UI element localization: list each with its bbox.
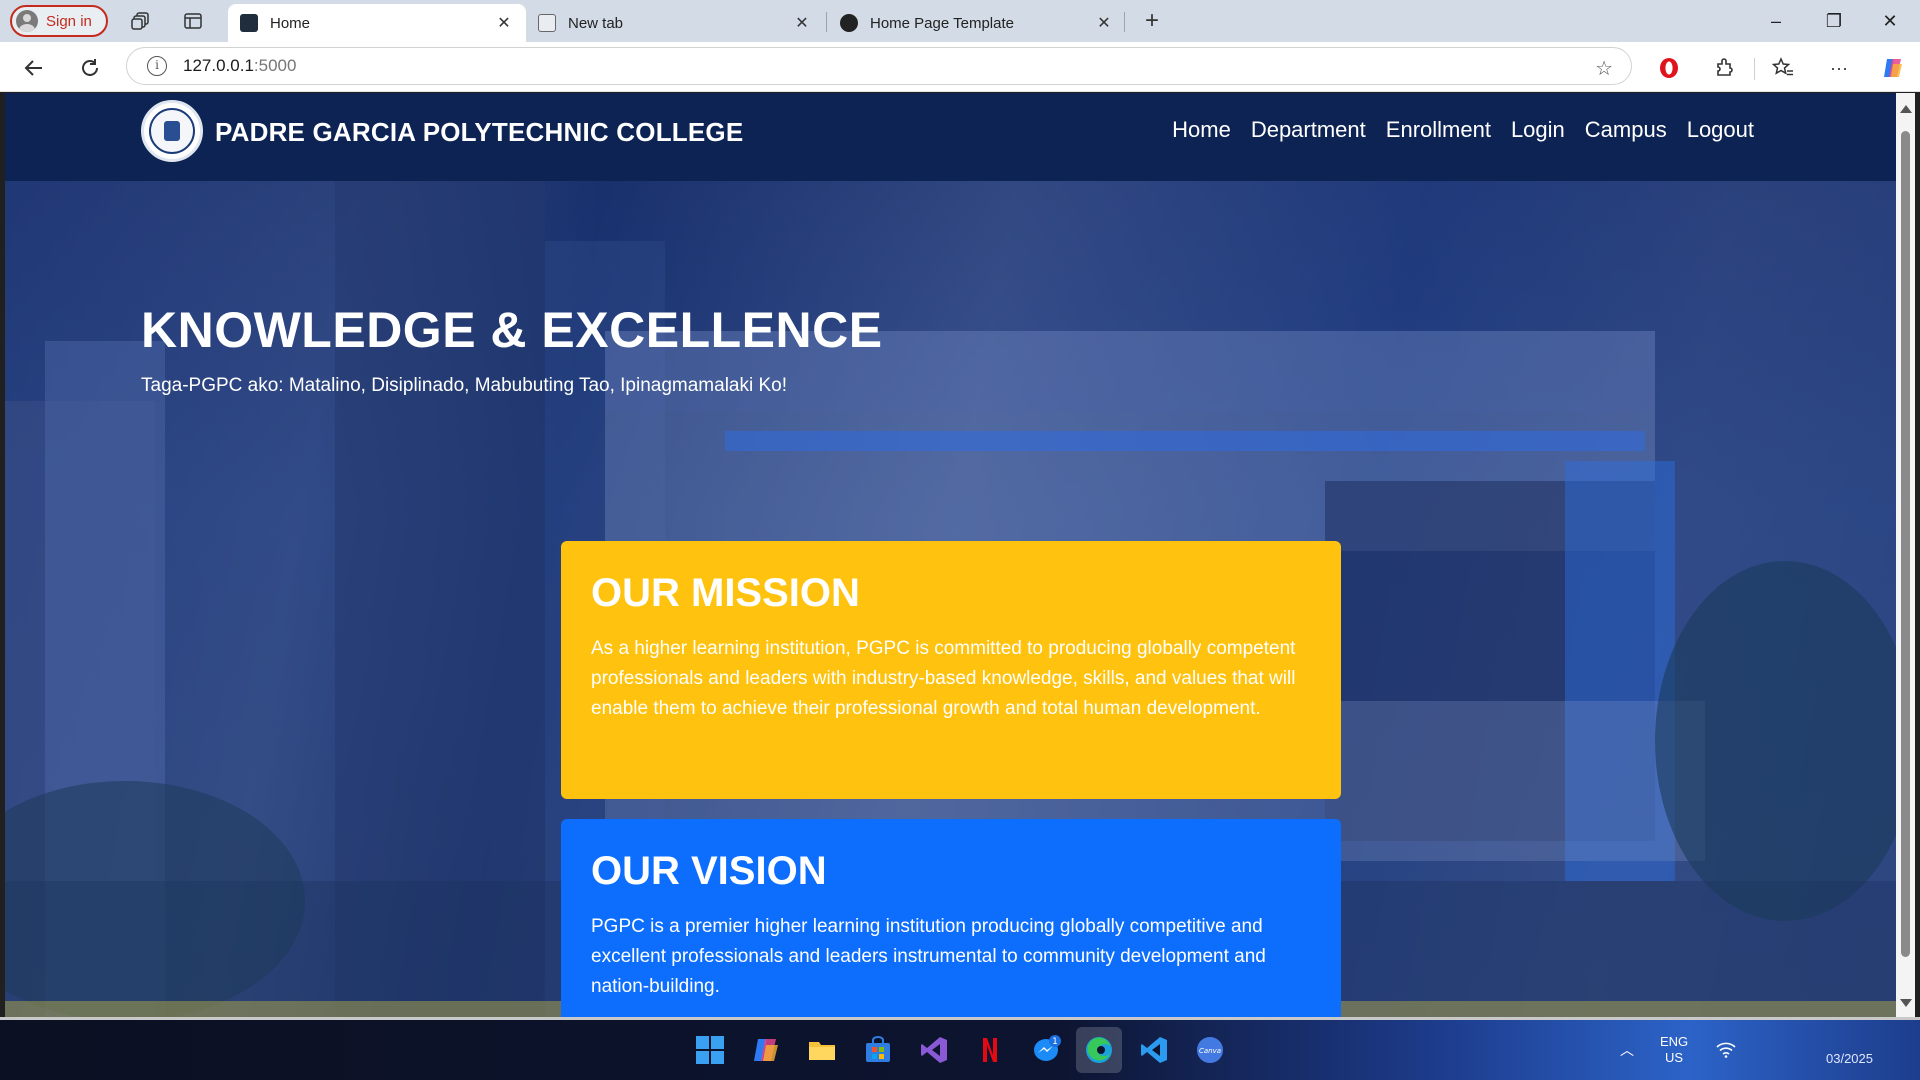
sign-in-label: Sign in <box>46 12 92 30</box>
scroll-down-arrow-icon[interactable] <box>1900 999 1912 1007</box>
refresh-icon[interactable] <box>74 52 106 84</box>
canva-icon[interactable]: Canva <box>1190 1030 1230 1070</box>
site-brand-name[interactable]: PADRE GARCIA POLYTECHNIC COLLEGE <box>215 117 743 148</box>
messenger-badge: 1 <box>1052 1037 1058 1047</box>
nav-link-home[interactable]: Home <box>1172 117 1231 143</box>
scroll-up-arrow-icon[interactable] <box>1900 105 1912 113</box>
tab-separator <box>826 12 827 32</box>
language-indicator[interactable]: ENG US <box>1660 1020 1688 1080</box>
tab-new-tab[interactable]: New tab ✕ <box>526 4 824 42</box>
edge-icon[interactable] <box>1076 1027 1122 1073</box>
profile-avatar-icon <box>16 10 38 32</box>
url-port: :5000 <box>253 56 297 75</box>
back-icon[interactable] <box>18 52 50 84</box>
nav-link-campus[interactable]: Campus <box>1585 117 1667 143</box>
tab-title: Home Page Template <box>870 14 1014 32</box>
vision-card: OUR VISION PGPC is a premier higher lear… <box>561 819 1341 1017</box>
language-code: ENG <box>1660 1034 1689 1049</box>
new-tab-button[interactable]: + <box>1138 8 1166 36</box>
info-icon[interactable]: i <box>147 56 167 76</box>
mission-text: As a higher learning institution, PGPC i… <box>591 638 1296 719</box>
college-seal-icon <box>149 108 195 154</box>
page-scrollbar[interactable] <box>1896 93 1915 1017</box>
hero-subtitle: Taga-PGPC ako: Matalino, Disiplinado, Ma… <box>141 375 787 396</box>
sign-in-button[interactable]: Sign in <box>10 5 108 37</box>
site-navbar: PADRE GARCIA POLYTECHNIC COLLEGE Home De… <box>5 93 1896 181</box>
college-logo[interactable] <box>141 100 203 162</box>
copilot-icon[interactable] <box>1880 55 1906 81</box>
site-nav-menu: Home Department Enrollment Login Campus … <box>1172 117 1754 143</box>
tab-home-page-template[interactable]: Home Page Template ✕ <box>828 4 1126 42</box>
tab-title: Home <box>270 14 311 32</box>
svg-text:Canva: Canva <box>1199 1047 1221 1055</box>
tab-actions-icon[interactable] <box>180 8 206 34</box>
browser-tab-strip: Sign in Home ✕ New tab ✕ Home Page Templ… <box>0 0 1920 42</box>
openai-favicon-icon <box>840 14 858 32</box>
scrollbar-thumb[interactable] <box>1901 131 1910 957</box>
copilot-app-icon[interactable] <box>746 1030 786 1070</box>
file-explorer-icon[interactable] <box>802 1030 842 1070</box>
toolbar-divider <box>1754 58 1755 80</box>
clock-date[interactable]: 03/2025 <box>1826 1048 1873 1068</box>
vscode-icon[interactable] <box>1134 1030 1174 1070</box>
wifi-icon[interactable] <box>1716 1020 1736 1080</box>
address-bar[interactable]: i 127.0.0.1:5000 ☆ <box>126 47 1632 85</box>
microsoft-store-icon[interactable] <box>858 1030 898 1070</box>
minimize-icon[interactable]: – <box>1756 6 1796 36</box>
extensions-icon[interactable] <box>1712 55 1738 81</box>
url-host: 127.0.0.1 <box>183 56 254 75</box>
visual-studio-icon[interactable] <box>914 1030 954 1070</box>
tab-close-icon[interactable]: ✕ <box>1094 13 1114 33</box>
page-viewport: PADRE GARCIA POLYTECHNIC COLLEGE Home De… <box>5 93 1896 1017</box>
tab-separator <box>1124 12 1125 32</box>
nav-link-enrollment[interactable]: Enrollment <box>1386 117 1491 143</box>
tab-title: New tab <box>568 14 624 32</box>
show-hidden-icons-icon[interactable]: ︿ <box>1620 1020 1634 1080</box>
tab-close-icon[interactable]: ✕ <box>792 13 812 33</box>
nav-link-logout[interactable]: Logout <box>1687 117 1754 143</box>
region-code: US <box>1665 1050 1684 1065</box>
opera-icon[interactable] <box>1656 55 1682 81</box>
windows-start-icon[interactable] <box>690 1030 730 1070</box>
mission-title: OUR MISSION <box>591 571 860 615</box>
close-window-icon[interactable]: ✕ <box>1870 6 1910 36</box>
tab-close-icon[interactable]: ✕ <box>494 13 514 33</box>
more-icon[interactable]: ··· <box>1826 55 1852 81</box>
vision-title: OUR VISION <box>591 849 827 893</box>
vision-text: PGPC is a premier higher learning instit… <box>591 916 1266 997</box>
favorites-icon[interactable] <box>1770 55 1796 81</box>
restore-icon[interactable]: ❐ <box>1814 6 1854 36</box>
workspaces-icon[interactable] <box>128 8 154 34</box>
favorite-star-icon[interactable]: ☆ <box>1595 56 1613 81</box>
nav-link-login[interactable]: Login <box>1511 117 1565 143</box>
tab-home[interactable]: Home ✕ <box>228 4 526 42</box>
mission-card: OUR MISSION As a higher learning institu… <box>561 541 1341 799</box>
windows-taskbar: 1 Canva ︿ ENG US 03/2025 <box>0 1020 1920 1080</box>
terminal-favicon-icon <box>240 14 258 32</box>
messenger-icon[interactable]: 1 <box>1026 1030 1066 1070</box>
newtab-favicon-icon <box>538 14 556 32</box>
netflix-icon[interactable] <box>970 1030 1010 1070</box>
browser-toolbar: i 127.0.0.1:5000 ☆ ··· <box>0 42 1920 92</box>
hero-title: KNOWLEDGE & EXCELLENCE <box>141 302 883 358</box>
nav-link-department[interactable]: Department <box>1251 117 1366 143</box>
